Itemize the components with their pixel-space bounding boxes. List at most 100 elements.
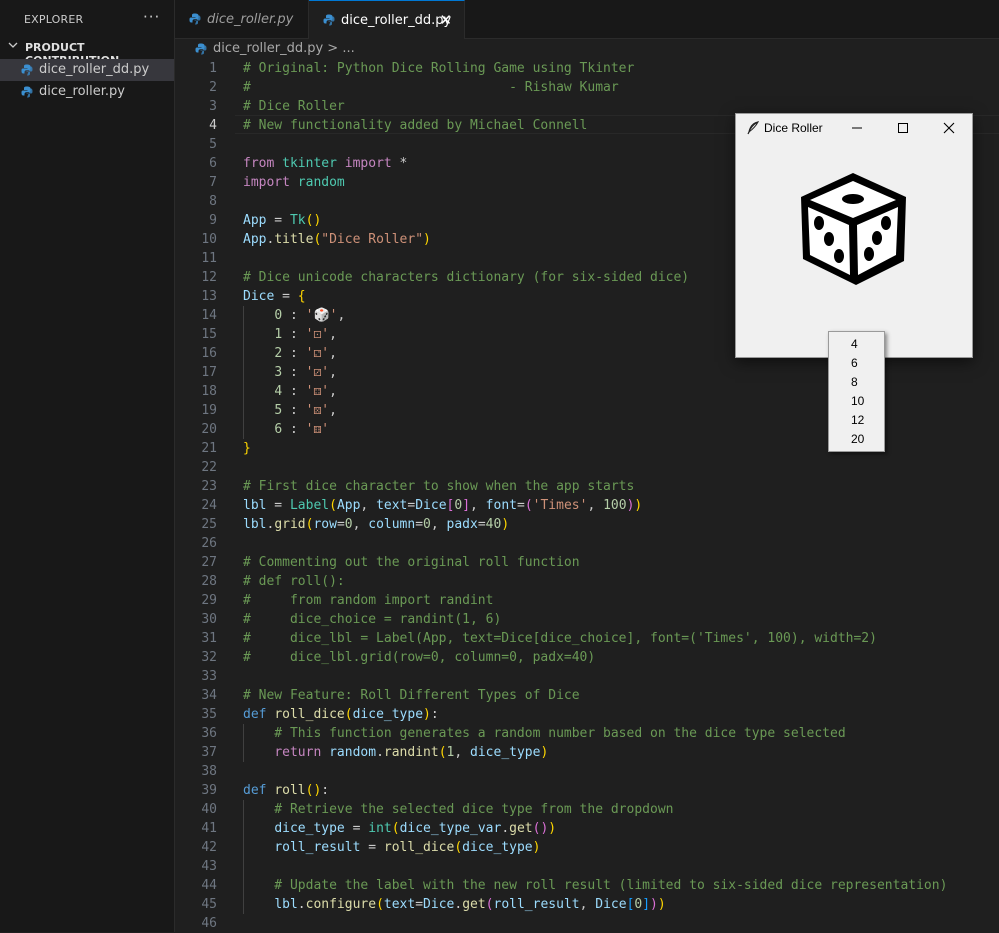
dice-roller-window[interactable]: Dice Roller 6	[735, 113, 973, 358]
code-text[interactable]: # New Feature: Roll Different Types of D…	[243, 686, 580, 705]
code-text[interactable]: # from random import randint	[243, 591, 493, 610]
code-line[interactable]: 25 lbl.grid(row=0, column=0, padx=40)	[175, 515, 999, 534]
code-text[interactable]: lbl.grid(row=0, column=0, padx=40)	[243, 515, 509, 534]
code-line[interactable]: 22	[175, 458, 999, 477]
dropdown-option-4[interactable]: 4	[851, 337, 858, 356]
dropdown-option-12[interactable]: 12	[851, 413, 864, 432]
indent-guide	[243, 724, 244, 762]
line-number: 29	[201, 593, 217, 608]
close-window-icon[interactable]	[938, 118, 960, 138]
code-text[interactable]: # First dice character to show when the …	[243, 477, 634, 496]
code-text[interactable]: # Commenting out the original roll funct…	[243, 553, 580, 572]
code-text[interactable]: # Original: Python Dice Rolling Game usi…	[243, 59, 634, 78]
line-number: 9	[209, 213, 217, 228]
code-line[interactable]: 44 # Update the label with the new roll …	[175, 876, 999, 895]
code-text[interactable]: # dice_lbl = Label(App, text=Dice[dice_c…	[243, 629, 877, 648]
minimize-icon[interactable]	[846, 118, 868, 138]
breadcrumb-rest[interactable]: > ...	[323, 41, 354, 56]
line-number: 32	[201, 650, 217, 665]
code-line[interactable]: 43	[175, 857, 999, 876]
code-text[interactable]: lbl = Label(App, text=Dice[0], font=('Ti…	[243, 496, 642, 515]
line-number: 5	[209, 137, 217, 152]
code-text[interactable]: }	[243, 439, 251, 458]
code-line[interactable]: 37 return random.randint(1, dice_type)	[175, 743, 999, 762]
dropdown-option-10[interactable]: 10	[851, 394, 864, 413]
code-text[interactable]: 0 : '🎲',	[243, 306, 345, 325]
code-text[interactable]: # def roll():	[243, 572, 345, 591]
code-line[interactable]: 30 # dice_choice = randint(1, 6)	[175, 610, 999, 629]
code-line[interactable]: 40 # Retrieve the selected dice type fro…	[175, 800, 999, 819]
code-line[interactable]: 23 # First dice character to show when th…	[175, 477, 999, 496]
code-line[interactable]: 34 # New Feature: Roll Different Types of…	[175, 686, 999, 705]
code-text[interactable]: def roll():	[243, 781, 329, 800]
code-line[interactable]: 33	[175, 667, 999, 686]
code-line[interactable]: 29 # from random import randint	[175, 591, 999, 610]
line-number: 1	[209, 61, 217, 76]
code-text[interactable]: # Update the label with the new roll res…	[243, 876, 947, 895]
code-text[interactable]: import random	[243, 173, 345, 192]
code-text[interactable]: def roll_dice(dice_type):	[243, 705, 439, 724]
code-line[interactable]: 36 # This function generates a random nu…	[175, 724, 999, 743]
code-text[interactable]: dice_type = int(dice_type_var.get())	[243, 819, 556, 838]
dropdown-option-20[interactable]: 20	[851, 432, 864, 451]
code-text[interactable]: App = Tk()	[243, 211, 321, 230]
breadcrumb-file[interactable]: dice_roller_dd.py	[213, 41, 323, 56]
code-line[interactable]: 46	[175, 914, 999, 933]
code-text[interactable]: # Dice Roller	[243, 97, 345, 116]
line-number: 26	[201, 536, 217, 551]
code-text[interactable]: lbl.configure(text=Dice.get(roll_result,…	[243, 895, 665, 914]
code-text[interactable]: # - Rishaw Kumar	[243, 78, 619, 97]
code-text[interactable]: Dice = {	[243, 287, 306, 306]
tab-dice-roller-dd[interactable]: dice_roller_dd.py ✕	[309, 0, 465, 39]
code-text[interactable]: # Dice unicode characters dictionary (fo…	[243, 268, 689, 287]
close-icon[interactable]: ✕	[439, 11, 452, 29]
code-line[interactable]: 31 # dice_lbl = Label(App, text=Dice[dice…	[175, 629, 999, 648]
dropdown-option-6[interactable]: 6	[851, 356, 858, 375]
code-line[interactable]: 1 # Original: Python Dice Rolling Game us…	[175, 59, 999, 78]
file-item-dice-roller[interactable]: dice_roller.py	[0, 81, 174, 103]
folder-product-contribution[interactable]: PRODUCT CONTRIBUTION	[0, 38, 174, 67]
more-actions-icon[interactable]: ···	[143, 8, 160, 26]
python-file-icon	[195, 43, 207, 55]
code-line[interactable]: 24 lbl = Label(App, text=Dice[0], font=('…	[175, 496, 999, 515]
code-text[interactable]: # New functionality added by Michael Con…	[243, 116, 587, 135]
dropdown-option-8[interactable]: 8	[851, 375, 858, 394]
code-line[interactable]: 32 # dice_lbl.grid(row=0, column=0, padx=…	[175, 648, 999, 667]
code-text[interactable]: 6 : '⚅'	[243, 420, 329, 439]
code-line[interactable]: 41 dice_type = int(dice_type_var.get())	[175, 819, 999, 838]
code-text[interactable]: from tkinter import *	[243, 154, 407, 173]
code-line[interactable]: 26	[175, 534, 999, 553]
window-title: Dice Roller	[764, 121, 823, 135]
maximize-icon[interactable]	[892, 118, 914, 138]
line-number: 2	[209, 80, 217, 95]
tab-dice-roller[interactable]: dice_roller.py	[175, 0, 309, 38]
python-file-icon	[323, 14, 335, 26]
line-number: 39	[201, 783, 217, 798]
code-line[interactable]: 28 # def roll():	[175, 572, 999, 591]
code-text[interactable]: 4 : '⚃',	[243, 382, 337, 401]
code-text[interactable]: 2 : '⚁',	[243, 344, 337, 363]
file-item-dice-roller-dd[interactable]: dice_roller_dd.py	[0, 59, 174, 81]
code-text[interactable]: 1 : '⚀',	[243, 325, 337, 344]
code-line[interactable]: 39 def roll():	[175, 781, 999, 800]
code-text[interactable]: # This function generates a random numbe…	[243, 724, 845, 743]
code-text[interactable]: App.title("Dice Roller")	[243, 230, 431, 249]
code-line[interactable]: 42 roll_result = roll_dice(dice_type)	[175, 838, 999, 857]
code-text[interactable]: 3 : '⚂',	[243, 363, 337, 382]
code-text[interactable]: return random.randint(1, dice_type)	[243, 743, 548, 762]
line-number: 36	[201, 726, 217, 741]
code-text[interactable]: roll_result = roll_dice(dice_type)	[243, 838, 540, 857]
code-text[interactable]: # dice_choice = randint(1, 6)	[243, 610, 501, 629]
line-number: 41	[201, 821, 217, 836]
code-line[interactable]: 38	[175, 762, 999, 781]
code-text[interactable]: 5 : '⚄',	[243, 401, 337, 420]
line-number: 15	[201, 327, 217, 342]
code-text[interactable]: # dice_lbl.grid(row=0, column=0, padx=40…	[243, 648, 595, 667]
code-line[interactable]: 35 def roll_dice(dice_type):	[175, 705, 999, 724]
code-line[interactable]: 27 # Commenting out the original roll fun…	[175, 553, 999, 572]
code-line[interactable]: 45 lbl.configure(text=Dice.get(roll_resu…	[175, 895, 999, 914]
code-text[interactable]: # Retrieve the selected dice type from t…	[243, 800, 673, 819]
dice-type-dropdown[interactable]: 4 6 8 10 12 20	[828, 331, 885, 452]
window-titlebar[interactable]: Dice Roller	[736, 114, 972, 142]
code-line[interactable]: 2 # - Rishaw Kumar	[175, 78, 999, 97]
